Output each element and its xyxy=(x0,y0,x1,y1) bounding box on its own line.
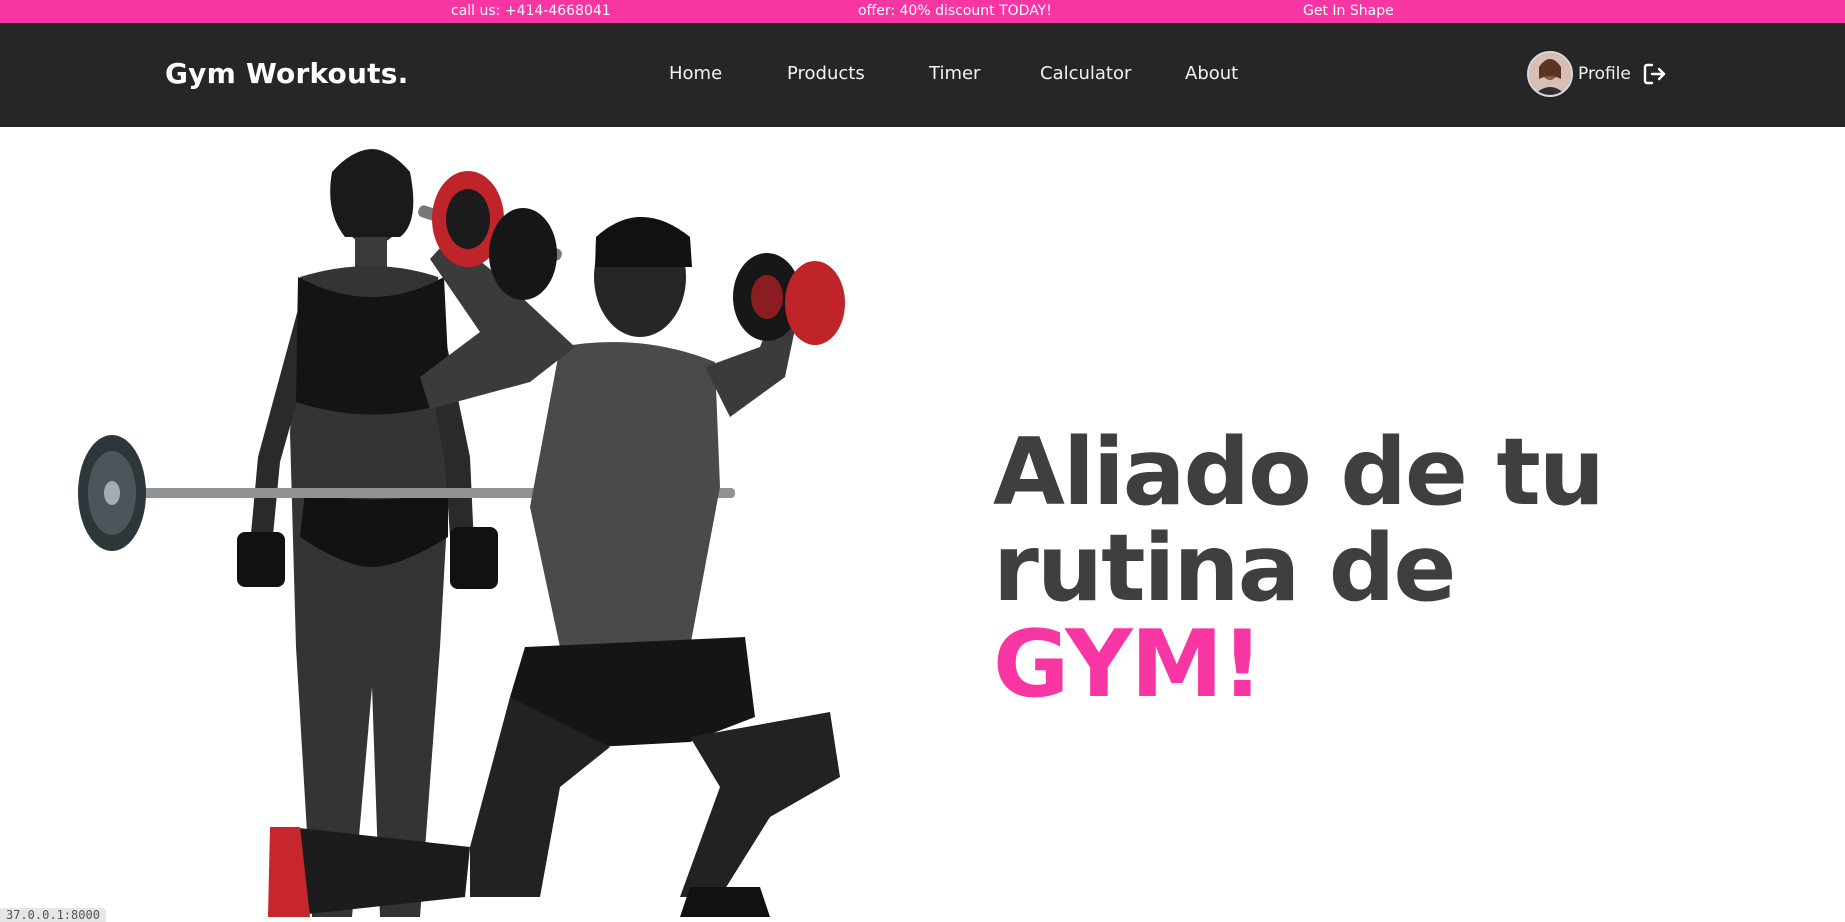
hero-title-accent: GYM! xyxy=(993,610,1264,718)
nav-calculator[interactable]: Calculator xyxy=(1040,63,1131,84)
phone-text: call us: +414-4668041 xyxy=(451,3,611,19)
nav-timer[interactable]: Timer xyxy=(929,63,980,84)
offer-text: offer: 40% discount TODAY! xyxy=(858,3,1052,19)
nav-home[interactable]: Home xyxy=(669,63,722,84)
profile-label: Profile xyxy=(1578,64,1631,84)
profile-link[interactable]: Profile xyxy=(1527,50,1631,98)
promo-bar: call us: +414-4668041 offer: 40% discoun… xyxy=(0,0,1845,23)
user-avatar xyxy=(1527,51,1573,97)
nav-products[interactable]: Products xyxy=(787,63,865,84)
avatar-icon xyxy=(1529,53,1571,95)
tagline-text: Get In Shape xyxy=(1303,3,1394,19)
site-logo[interactable]: Gym Workouts. xyxy=(165,57,408,90)
hero-title: Aliado de tu rutina de GYM! xyxy=(993,424,1605,712)
main-navbar: Gym Workouts. Home Products Timer Calcul… xyxy=(0,23,1845,127)
nav-about[interactable]: About xyxy=(1185,63,1238,84)
hero-title-line-1: Aliado de tu xyxy=(993,418,1605,526)
logout-icon[interactable] xyxy=(1642,61,1668,87)
hero-title-line-2: rutina de xyxy=(993,514,1456,622)
hero-image xyxy=(78,149,845,917)
